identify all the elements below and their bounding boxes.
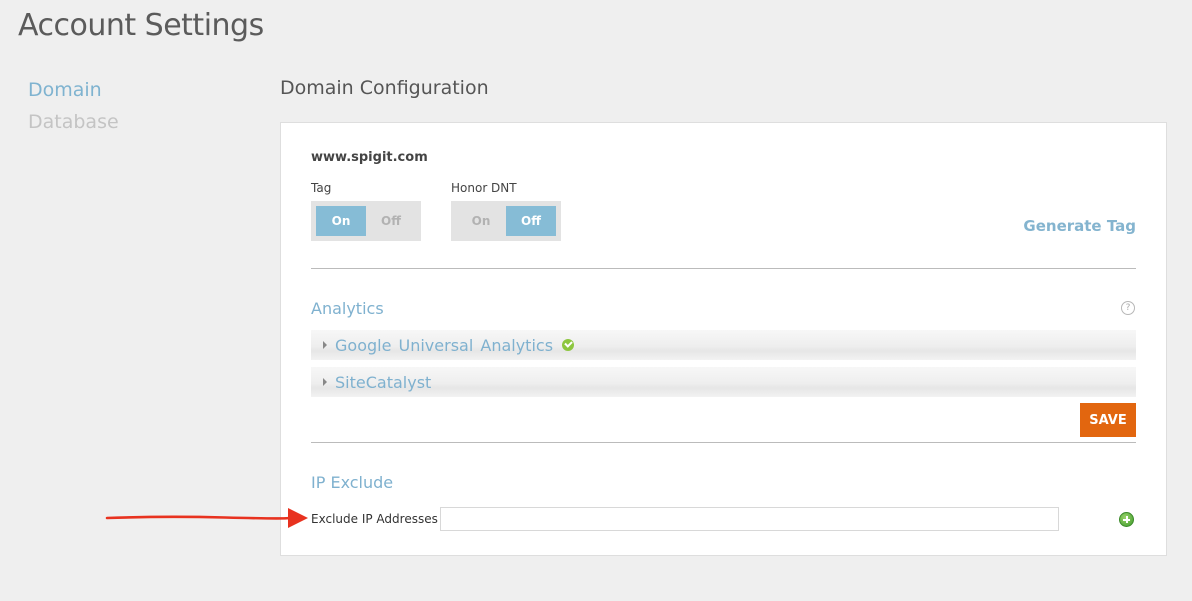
section-title: Domain Configuration: [280, 77, 489, 99]
dnt-toggle-off[interactable]: Off: [506, 206, 556, 236]
divider: [311, 268, 1136, 269]
caret-right-icon: [323, 378, 327, 386]
dnt-toggle-label: Honor DNT: [451, 181, 517, 195]
exclude-ip-label: Exclude IP Addresses: [311, 512, 438, 526]
ip-exclude-heading: IP Exclude: [311, 473, 394, 492]
sidebar-item-database[interactable]: Database: [28, 106, 119, 138]
accordion-label: SiteCatalyst: [335, 372, 432, 392]
settings-sidebar: Domain Database: [28, 74, 119, 138]
dnt-toggle: On Off: [451, 201, 561, 241]
analytics-heading: Analytics: [311, 299, 384, 318]
save-button[interactable]: SAVE: [1080, 403, 1136, 437]
caret-right-icon: [323, 341, 327, 349]
check-circle-icon: [562, 339, 575, 351]
generate-tag-link[interactable]: Generate Tag: [1023, 217, 1136, 235]
domain-config-panel: www.spigit.com Tag On Off Honor DNT On O…: [280, 122, 1167, 556]
divider: [311, 442, 1136, 443]
exclude-ip-input[interactable]: [440, 507, 1059, 531]
tag-toggle-off[interactable]: Off: [366, 206, 416, 236]
help-icon[interactable]: ?: [1121, 301, 1135, 315]
add-circle-icon[interactable]: [1119, 512, 1134, 527]
accordion-sitecatalyst[interactable]: SiteCatalyst: [311, 367, 1136, 397]
tag-toggle-label: Tag: [311, 181, 332, 195]
dnt-toggle-on[interactable]: On: [456, 206, 506, 236]
page-title: Account Settings: [18, 8, 264, 43]
account-settings-page: Account Settings Domain Database Domain …: [0, 0, 1192, 601]
annotation-arrow-icon: [105, 508, 308, 528]
tag-toggle-on[interactable]: On: [316, 206, 366, 236]
domain-name: www.spigit.com: [311, 150, 428, 165]
accordion-google-universal-analytics[interactable]: Google Universal Analytics: [311, 330, 1136, 360]
tag-toggle: On Off: [311, 201, 421, 241]
accordion-label: Google Universal Analytics: [335, 335, 554, 355]
sidebar-item-domain[interactable]: Domain: [28, 74, 119, 106]
